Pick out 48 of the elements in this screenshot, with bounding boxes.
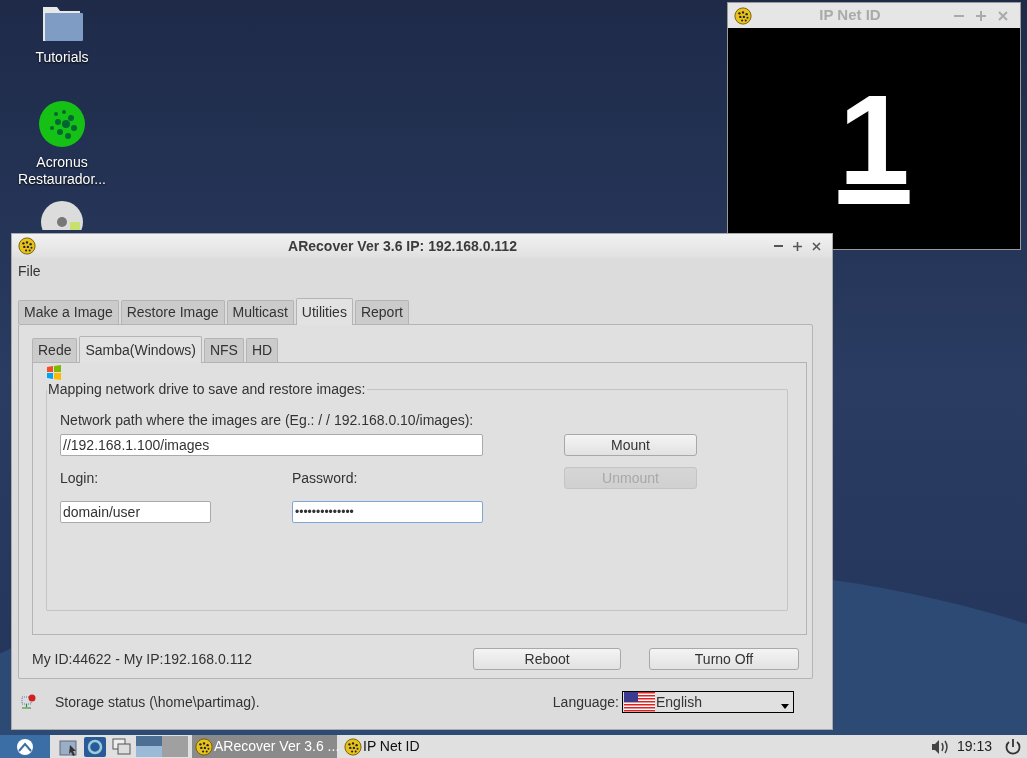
app-icon bbox=[734, 6, 752, 25]
language-dropdown[interactable]: English bbox=[622, 691, 794, 713]
taskbar-button[interactable]: IP Net ID bbox=[341, 735, 486, 758]
storage-status: Storage status (\home\partimag). bbox=[55, 692, 261, 712]
start-menu-icon[interactable] bbox=[16, 737, 34, 756]
tab[interactable]: Samba(Windows) bbox=[79, 336, 202, 363]
folder-icon[interactable] bbox=[59, 737, 79, 756]
app-icon bbox=[344, 737, 362, 756]
us-flag-icon bbox=[624, 692, 655, 712]
path-label: Network path where the images are (Eg.: / / 192.168.0.10/images): bbox=[60, 411, 475, 429]
desktop-icon-label[interactable]: Tutorials bbox=[7, 49, 117, 66]
tab[interactable]: HD bbox=[245, 338, 279, 362]
sphere-icon[interactable] bbox=[38, 100, 86, 148]
clock[interactable]: 19:13 bbox=[956, 736, 992, 757]
tab[interactable]: Report bbox=[354, 300, 409, 324]
tab[interactable]: NFS bbox=[203, 338, 244, 362]
volume-icon[interactable] bbox=[930, 738, 951, 755]
app-icon bbox=[195, 737, 213, 756]
caret-icon bbox=[781, 704, 789, 709]
tab[interactable]: Utilities bbox=[295, 298, 353, 325]
power-icon[interactable] bbox=[1004, 737, 1022, 756]
tab[interactable]: Multicast bbox=[226, 300, 294, 324]
window-title: ARecover Ver 3.6 IP: 192.168.0.112 bbox=[287, 236, 518, 256]
window-title: IP Net ID bbox=[818, 5, 882, 26]
login-field[interactable]: domain/user bbox=[60, 501, 211, 523]
close-icon[interactable] bbox=[812, 241, 821, 251]
tab[interactable]: Restore Image bbox=[120, 300, 225, 324]
menu-item[interactable]: File bbox=[18, 260, 41, 282]
tab[interactable]: Rede bbox=[32, 338, 78, 362]
password-label: Password: bbox=[292, 468, 359, 488]
reboot-button[interactable]: Reboot bbox=[473, 648, 621, 670]
app-icon bbox=[18, 237, 36, 255]
maximize-icon[interactable] bbox=[793, 241, 802, 251]
login-label: Login: bbox=[60, 468, 100, 488]
windows-logo-icon bbox=[46, 365, 62, 380]
network-error-icon bbox=[20, 694, 36, 710]
turn-off-button[interactable]: Turno Off bbox=[649, 648, 799, 670]
language-label: Language: bbox=[551, 692, 619, 712]
password-field[interactable]: •••••••••••••• bbox=[292, 501, 483, 523]
id-text: My ID:44622 - My IP:192.168.0.112 bbox=[32, 649, 253, 669]
workspace-pager[interactable] bbox=[136, 736, 188, 757]
tab[interactable]: Make a Image bbox=[18, 300, 119, 324]
group-title: Mapping network drive to save and restore images: bbox=[47, 380, 367, 399]
mount-button[interactable]: Mount bbox=[564, 434, 697, 456]
windows-icon[interactable] bbox=[112, 737, 132, 756]
path-field[interactable]: //192.168.1.100/images bbox=[60, 434, 483, 456]
desktop-icon-label[interactable]: Acronus Restaurador... bbox=[7, 154, 117, 188]
id-number: 1 bbox=[838, 80, 910, 200]
